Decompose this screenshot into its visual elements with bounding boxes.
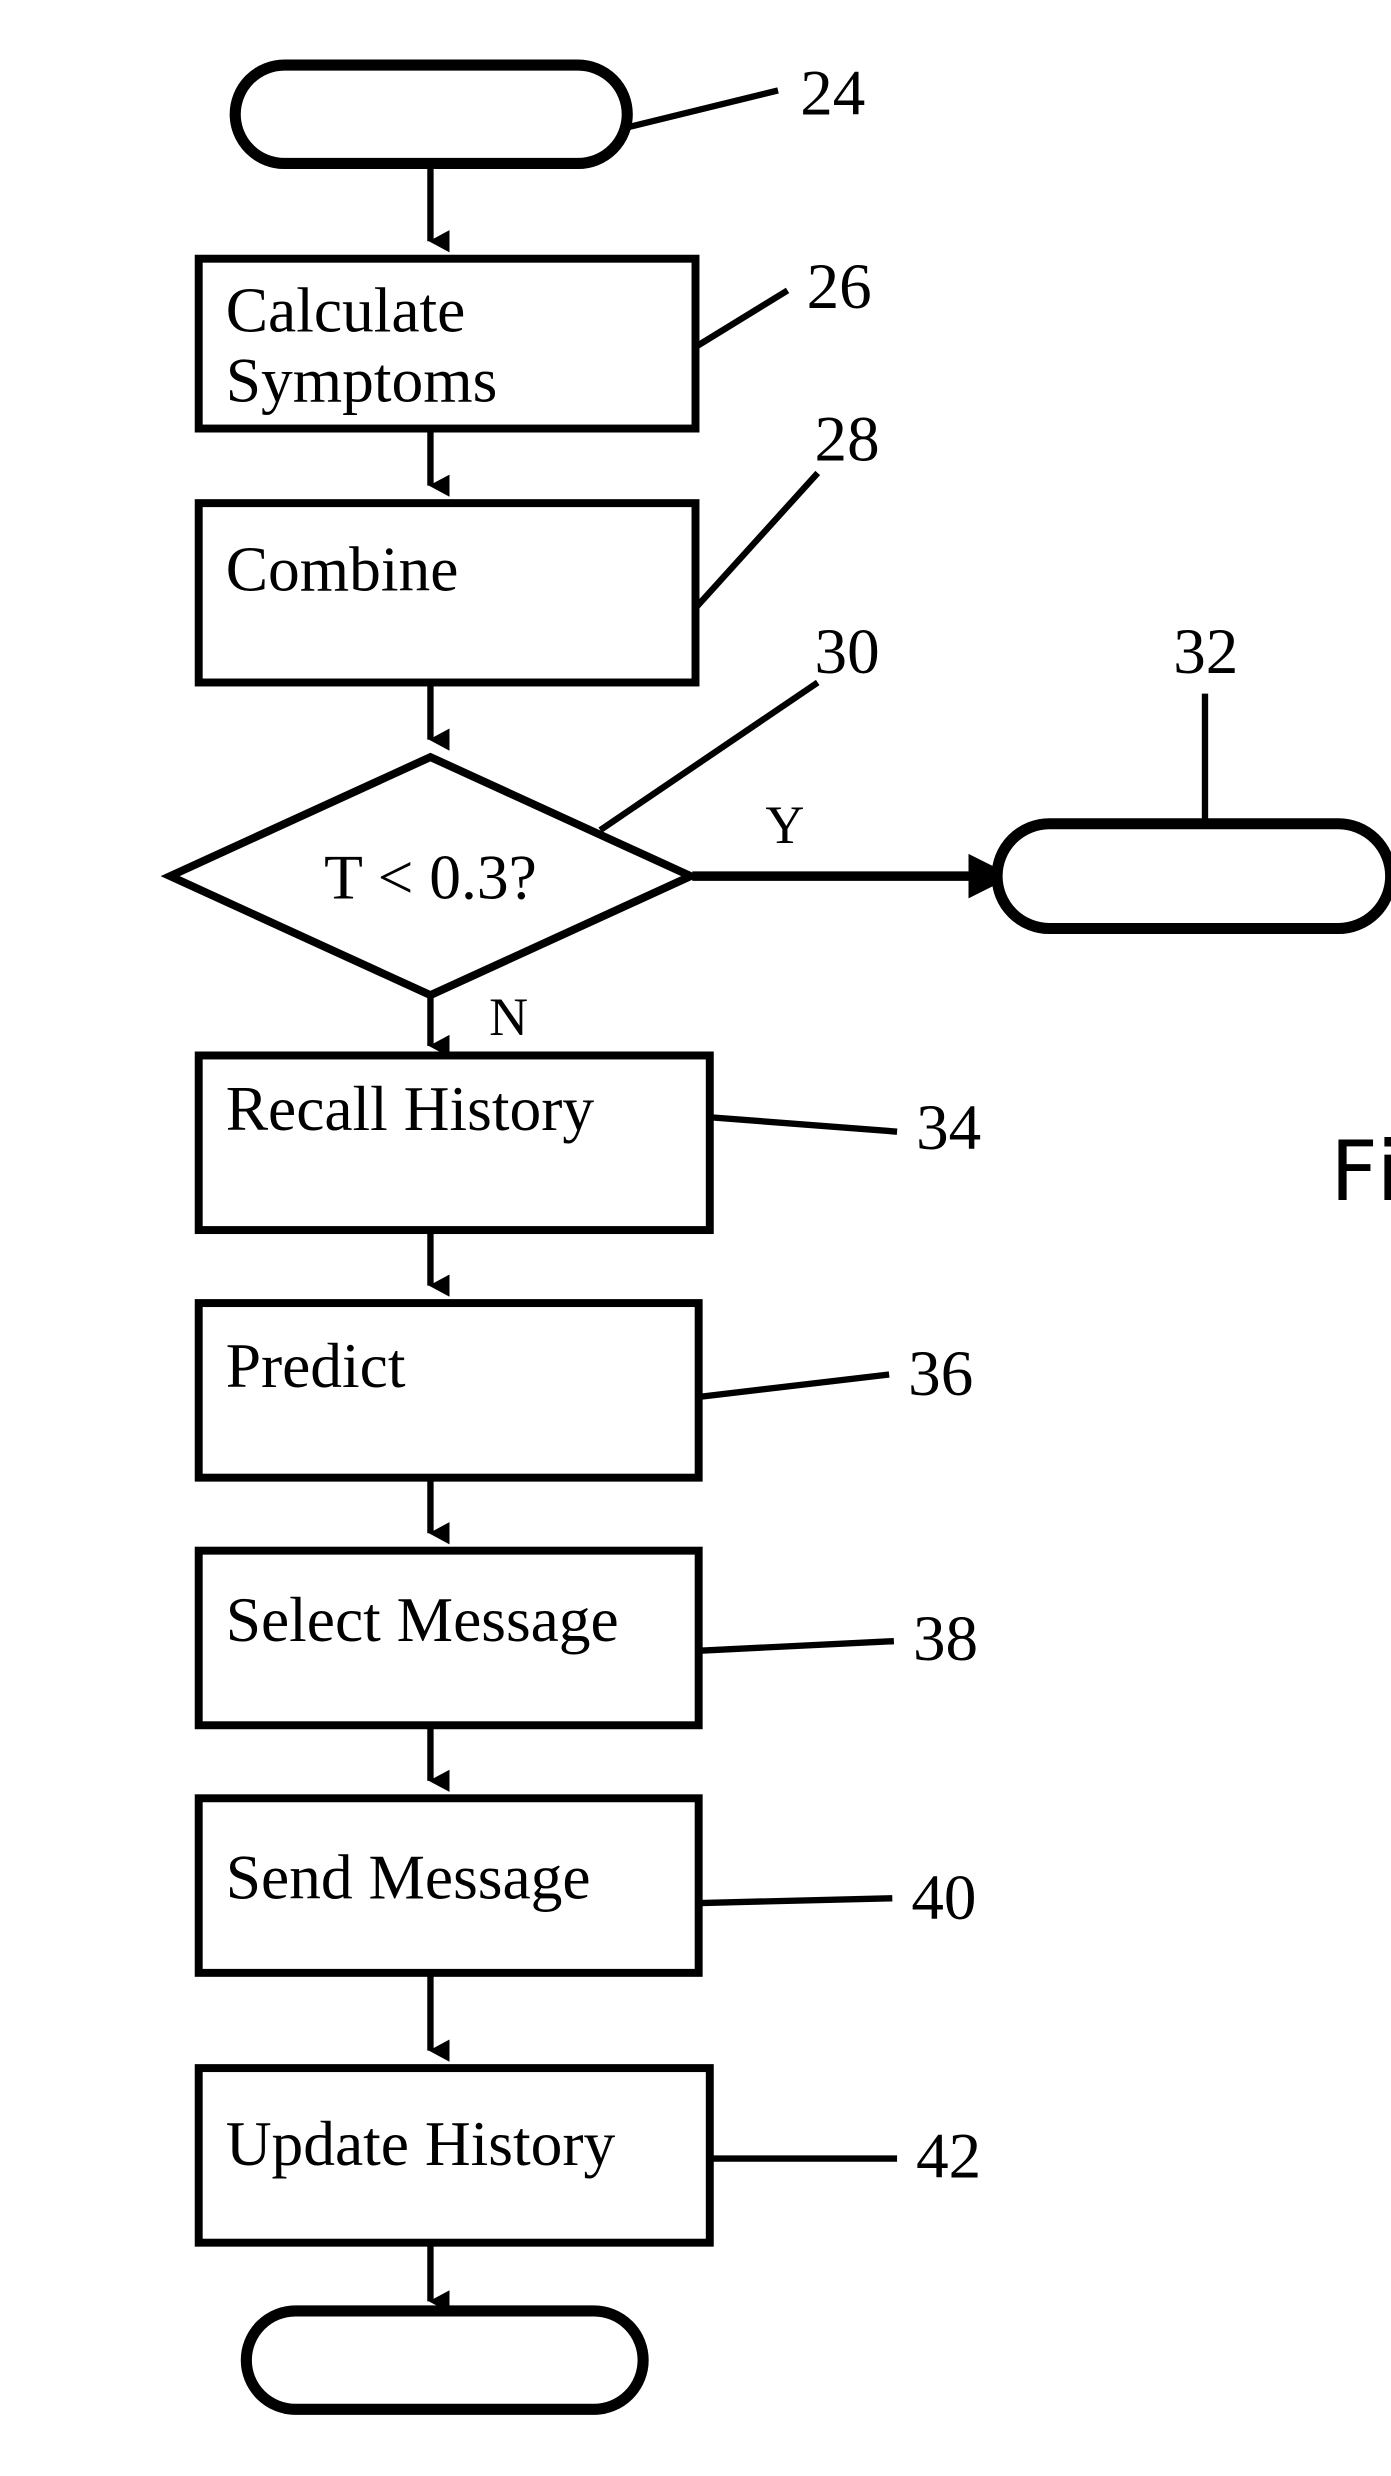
predict-label: Predict bbox=[226, 1330, 406, 1401]
send-message-label: Send Message bbox=[226, 1841, 591, 1912]
recall-history-label: Recall History bbox=[226, 1073, 595, 1144]
threshold-decision-label: T < 0.3? bbox=[324, 841, 537, 912]
node-end bbox=[240, 2305, 649, 2415]
ref-number-30: 30 bbox=[815, 616, 880, 688]
branch-label-yes: Y bbox=[765, 795, 804, 855]
node-update-history: Update History bbox=[194, 2064, 714, 2247]
node-select-message: Select Message bbox=[194, 1546, 703, 1730]
ref-number-42: 42 bbox=[916, 2121, 981, 2193]
node-end-yes bbox=[991, 818, 1391, 935]
ref-number-36: 36 bbox=[908, 1338, 973, 1410]
ref-number-26: 26 bbox=[807, 251, 872, 323]
node-calculate-symptoms: Calculate Symptoms bbox=[194, 254, 700, 433]
node-send-message: Send Message bbox=[194, 1794, 703, 1977]
ref-number-40: 40 bbox=[911, 1862, 976, 1934]
combine-label: Combine bbox=[226, 533, 459, 604]
ref-number-24: 24 bbox=[800, 57, 865, 129]
leader-line-36 bbox=[699, 1371, 890, 1400]
leader-line-38 bbox=[700, 1637, 895, 1654]
node-start bbox=[229, 59, 633, 170]
end-yes-terminator-shape bbox=[991, 818, 1391, 935]
patent-figure-sheet: 24 Calculate Symptoms 26 Combine 28 T < … bbox=[0, 0, 1391, 2476]
leader-line-26 bbox=[695, 287, 790, 349]
start-terminator-shape bbox=[229, 59, 633, 170]
flowchart-diagram: 24 Calculate Symptoms 26 Combine 28 T < … bbox=[160, 57, 1391, 2415]
calculate-symptoms-label-line1: Calculate bbox=[226, 275, 466, 346]
ref-number-28: 28 bbox=[815, 403, 880, 475]
node-threshold-decision: T < 0.3? bbox=[160, 752, 701, 1000]
ref-number-34: 34 bbox=[916, 1092, 981, 1164]
leader-line-34 bbox=[711, 1114, 898, 1135]
calculate-symptoms-label-line2: Symptoms bbox=[226, 345, 498, 416]
update-history-label: Update History bbox=[226, 2108, 616, 2179]
node-recall-history: Recall History bbox=[194, 1051, 714, 1235]
connector-decision-yes bbox=[692, 853, 1013, 899]
leader-line-28 bbox=[694, 470, 821, 609]
leader-line-40 bbox=[700, 1895, 893, 1907]
ref-number-32: 32 bbox=[1173, 616, 1238, 688]
leader-line-24 bbox=[628, 87, 779, 131]
branch-label-no: N bbox=[489, 987, 528, 1047]
node-combine: Combine bbox=[194, 499, 700, 687]
ref-number-38: 38 bbox=[913, 1603, 978, 1675]
figure-label: Fig . 2 bbox=[1330, 1124, 1391, 1220]
end-terminator-shape bbox=[240, 2305, 649, 2415]
select-message-label: Select Message bbox=[226, 1584, 619, 1655]
node-predict: Predict bbox=[194, 1299, 703, 1482]
